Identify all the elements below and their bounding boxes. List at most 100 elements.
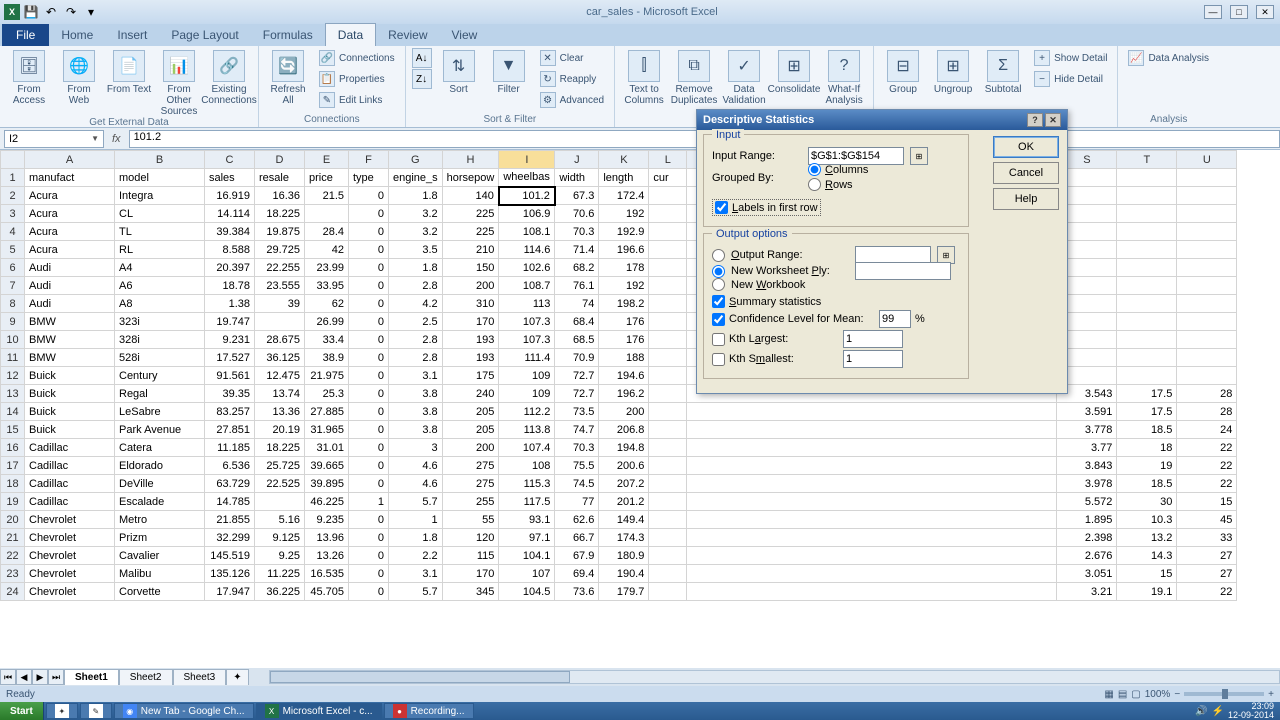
cell[interactable] <box>1177 241 1237 259</box>
cell[interactable]: 15 <box>1117 565 1177 583</box>
help-button[interactable]: Help <box>993 188 1059 210</box>
cell[interactable] <box>649 421 687 439</box>
cell[interactable] <box>1177 277 1237 295</box>
column-header[interactable]: I <box>499 151 555 169</box>
cell[interactable]: 0 <box>349 529 389 547</box>
cell[interactable]: 26.99 <box>305 313 349 331</box>
cell[interactable]: BMW <box>25 331 115 349</box>
tray-icon[interactable]: ⚡ <box>1212 706 1224 717</box>
cell[interactable]: 3.1 <box>389 565 443 583</box>
cell[interactable]: 113.8 <box>499 421 555 439</box>
cell[interactable]: 70.9 <box>555 349 599 367</box>
cell[interactable]: 104.1 <box>499 547 555 565</box>
cell[interactable]: 192.9 <box>599 223 649 241</box>
cell[interactable]: 115.3 <box>499 475 555 493</box>
cell[interactable] <box>1177 223 1237 241</box>
cell[interactable]: 6.536 <box>205 457 255 475</box>
cell[interactable]: 23.99 <box>305 259 349 277</box>
cell[interactable]: 198.2 <box>599 295 649 313</box>
cell[interactable]: 192 <box>599 205 649 223</box>
tab-page-layout[interactable]: Page Layout <box>159 24 250 46</box>
row-header[interactable]: 1 <box>1 169 25 187</box>
zoom-slider[interactable] <box>1184 692 1264 696</box>
cell[interactable]: 175 <box>442 367 499 385</box>
name-box-dropdown-icon[interactable]: ▼ <box>91 134 99 143</box>
row-header[interactable]: 19 <box>1 493 25 511</box>
cell[interactable] <box>649 439 687 457</box>
cell[interactable]: 0 <box>349 583 389 601</box>
cell[interactable]: 3 <box>389 439 443 457</box>
cell[interactable]: 68.5 <box>555 331 599 349</box>
column-header[interactable]: H <box>442 151 499 169</box>
minimize-button[interactable]: — <box>1204 5 1222 19</box>
column-header[interactable]: G <box>389 151 443 169</box>
cell[interactable]: 179.7 <box>599 583 649 601</box>
cell[interactable]: Malibu <box>115 565 205 583</box>
taskbar-chrome[interactable]: ◉New Tab - Google Ch... <box>114 703 254 719</box>
column-header[interactable]: A <box>25 151 115 169</box>
cell[interactable]: 16.535 <box>305 565 349 583</box>
cell[interactable]: 3.843 <box>1057 457 1117 475</box>
cell[interactable]: 207.2 <box>599 475 649 493</box>
cell[interactable]: 205 <box>442 421 499 439</box>
cell[interactable]: 120 <box>442 529 499 547</box>
cell[interactable]: 27 <box>1177 565 1237 583</box>
cell[interactable]: 45.705 <box>305 583 349 601</box>
cell[interactable]: 74.7 <box>555 421 599 439</box>
cell[interactable] <box>1177 349 1237 367</box>
cell[interactable]: BMW <box>25 349 115 367</box>
cell[interactable]: A4 <box>115 259 205 277</box>
cell[interactable]: 0 <box>349 511 389 529</box>
cell[interactable]: Chevrolet <box>25 565 115 583</box>
advanced-button[interactable]: ⚙Advanced <box>536 90 608 110</box>
cell[interactable]: 193 <box>442 349 499 367</box>
text-to-columns-button[interactable]: ⫿Text to Columns <box>621 48 667 106</box>
cell[interactable] <box>1117 349 1177 367</box>
cell[interactable]: 70.3 <box>555 439 599 457</box>
column-header[interactable]: U <box>1177 151 1237 169</box>
cell[interactable] <box>1117 223 1177 241</box>
cell[interactable]: 2.8 <box>389 277 443 295</box>
cell[interactable]: 28.675 <box>255 331 305 349</box>
tab-file[interactable]: File <box>2 24 49 46</box>
cell[interactable] <box>255 493 305 511</box>
row-header[interactable]: 14 <box>1 403 25 421</box>
row-header[interactable]: 17 <box>1 457 25 475</box>
cell[interactable]: 345 <box>442 583 499 601</box>
cell[interactable]: 0 <box>349 421 389 439</box>
cell[interactable] <box>1117 295 1177 313</box>
cell[interactable]: 3.5 <box>389 241 443 259</box>
cell[interactable]: 0 <box>349 313 389 331</box>
cell[interactable] <box>1117 259 1177 277</box>
cell[interactable]: type <box>349 169 389 187</box>
cell[interactable] <box>1117 313 1177 331</box>
tab-review[interactable]: Review <box>376 24 439 46</box>
cell[interactable]: model <box>115 169 205 187</box>
cell[interactable]: Chevrolet <box>25 547 115 565</box>
cell[interactable]: 12.475 <box>255 367 305 385</box>
cell[interactable]: 0 <box>349 385 389 403</box>
cell[interactable]: 210 <box>442 241 499 259</box>
cell[interactable]: 18.225 <box>255 439 305 457</box>
row-header[interactable]: 9 <box>1 313 25 331</box>
cell[interactable]: 0 <box>349 367 389 385</box>
cell[interactable]: 77 <box>555 493 599 511</box>
cell[interactable]: 0 <box>349 223 389 241</box>
cell[interactable]: 66.7 <box>555 529 599 547</box>
cell[interactable]: 0 <box>349 547 389 565</box>
cell[interactable]: 71.4 <box>555 241 599 259</box>
cell[interactable]: 39.384 <box>205 223 255 241</box>
group-button[interactable]: ⊟Group <box>880 48 926 95</box>
cell[interactable]: 108.1 <box>499 223 555 241</box>
cell[interactable]: 8.588 <box>205 241 255 259</box>
cell[interactable]: 63.729 <box>205 475 255 493</box>
clock[interactable]: 23:0912-09-2014 <box>1228 702 1274 720</box>
cell[interactable]: 91.561 <box>205 367 255 385</box>
cell[interactable]: 225 <box>442 205 499 223</box>
cell[interactable]: 1.8 <box>389 187 443 205</box>
cell[interactable]: Cadillac <box>25 475 115 493</box>
cell[interactable]: 20.397 <box>205 259 255 277</box>
cell[interactable]: 2.676 <box>1057 547 1117 565</box>
from-web-button[interactable]: 🌐From Web <box>56 48 102 106</box>
column-header[interactable]: K <box>599 151 649 169</box>
